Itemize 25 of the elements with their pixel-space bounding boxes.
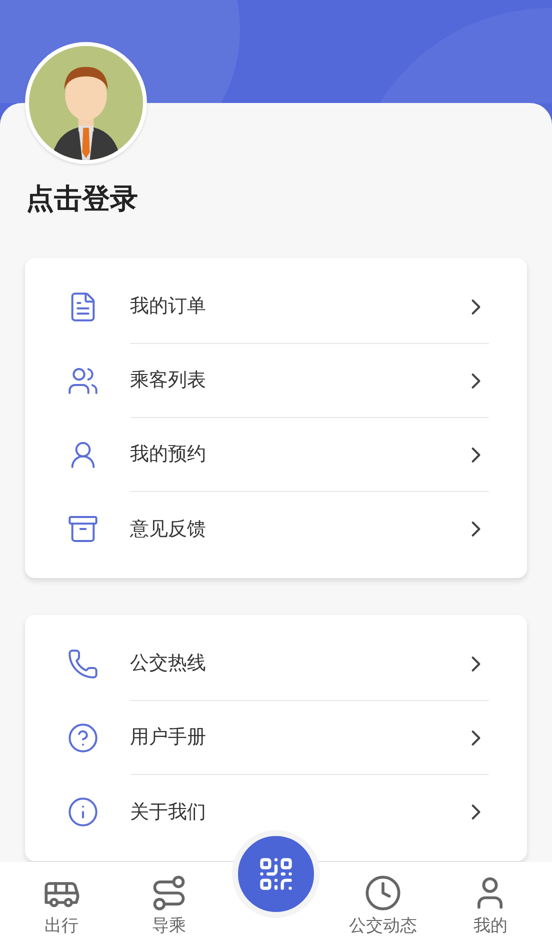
menu-item[interactable]: 公交热线 [25, 627, 527, 701]
menu-item[interactable]: 关于我们 [25, 775, 527, 849]
clock-icon [364, 874, 402, 912]
menu-item[interactable]: 意见反馈 [25, 492, 527, 566]
menu-label: 公交热线 [130, 651, 207, 676]
menu-label: 乘客列表 [130, 368, 207, 394]
tab-item[interactable]: 出行 [18, 862, 106, 940]
tab-item[interactable]: 公交动态 [339, 862, 428, 940]
login-label[interactable]: 点击登录 [26, 178, 138, 220]
box-icon [67, 513, 99, 545]
menu-label: 我的预约 [130, 442, 207, 468]
menu-label: 关于我们 [130, 800, 207, 825]
tab-item[interactable]: 我的 [446, 862, 534, 940]
menu-label: 用户手册 [130, 725, 207, 750]
info-icon [67, 796, 99, 828]
help-icon [67, 722, 99, 754]
menu-item[interactable]: 用户手册 [25, 701, 527, 775]
people-icon [67, 365, 99, 397]
menu-label: 意见反馈 [130, 516, 207, 542]
menu-item[interactable]: 乘客列表 [25, 344, 527, 418]
menu-item[interactable]: 我的预约 [25, 418, 527, 492]
phone-icon [67, 648, 99, 680]
menu-label: 我的订单 [130, 294, 207, 320]
tab-item[interactable]: 导乘 [124, 862, 213, 940]
menu-item[interactable]: 我的订单 [25, 270, 527, 344]
